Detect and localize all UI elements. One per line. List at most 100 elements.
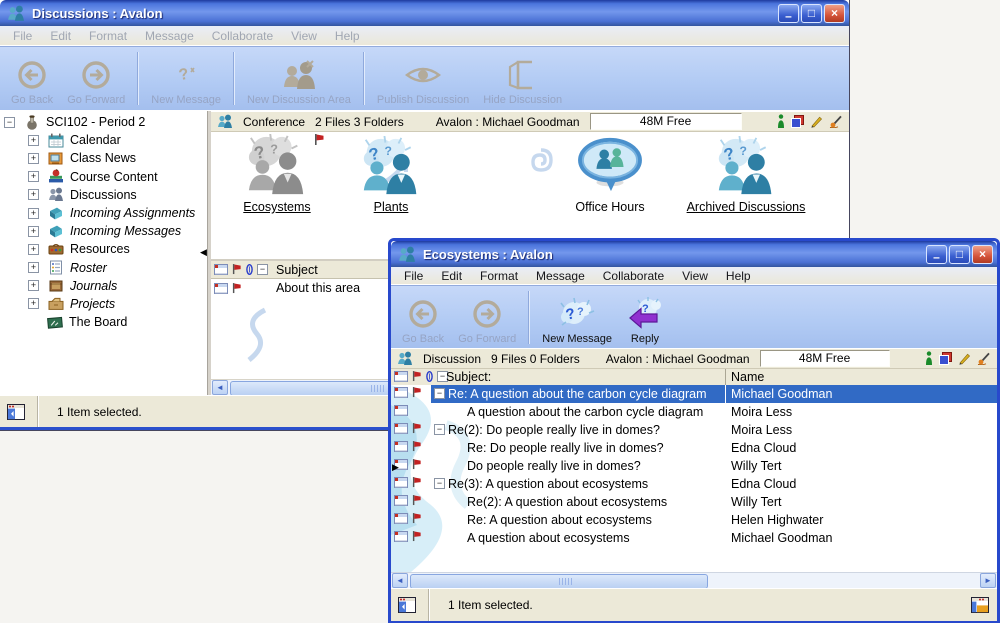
expand-box-icon[interactable]: + — [28, 226, 39, 237]
publish-discussion-button[interactable]: Publish Discussion — [370, 49, 476, 108]
splitter-collapse-icon[interactable]: ◀ — [200, 248, 207, 257]
menu-file[interactable]: File — [4, 27, 41, 45]
tree-item-incoming-assignments[interactable]: + Incoming Assignments — [0, 204, 207, 222]
message-row[interactable]: − Re(2): Do people really live in domes?… — [391, 421, 997, 439]
menu-edit[interactable]: Edit — [41, 27, 80, 45]
form-view-icon[interactable] — [971, 597, 989, 613]
tree-item-course-content[interactable]: + Course Content — [0, 168, 207, 186]
menu-format[interactable]: Format — [80, 27, 136, 45]
message-row[interactable]: Re: A question about ecosystems Helen Hi… — [391, 511, 997, 529]
signature-pen-icon[interactable] — [829, 115, 843, 128]
subject-column-label[interactable]: Subject: — [446, 370, 491, 384]
pencil-icon[interactable] — [958, 352, 971, 365]
tree-item-resources[interactable]: + Resources — [0, 240, 207, 258]
reply-button[interactable]: ? Reply — [619, 288, 671, 347]
scroll-left-icon: ◄ — [216, 383, 224, 392]
scrollbar-thumb[interactable] — [410, 574, 708, 589]
new-discussion-area-button[interactable]: New Discussion Area — [240, 49, 358, 108]
horizontal-scrollbar[interactable]: ◄ ► — [391, 572, 997, 589]
minimize-button[interactable]: – — [926, 245, 947, 264]
discussions-titlebar[interactable]: Discussions : Avalon – □ × — [0, 0, 849, 26]
minimize-button[interactable]: – — [778, 4, 799, 23]
person-online-icon[interactable] — [925, 351, 933, 366]
expand-box-icon[interactable]: + — [28, 135, 39, 146]
collapse-box-icon[interactable]: − — [4, 117, 15, 128]
menu-edit[interactable]: Edit — [432, 267, 471, 285]
expand-box-icon[interactable]: + — [28, 244, 39, 255]
tree-item-incoming-messages[interactable]: + Incoming Messages — [0, 222, 207, 240]
message-row[interactable]: A question about the carbon cycle diagra… — [391, 403, 997, 421]
go-forward-button[interactable]: Go Forward — [60, 49, 132, 108]
thread-collapse-icon[interactable]: − — [434, 388, 445, 399]
splitter-expand-icon[interactable]: ▶ — [392, 463, 399, 472]
menu-collaborate[interactable]: Collaborate — [203, 27, 282, 45]
tree-item-projects[interactable]: + Projects — [0, 295, 207, 313]
message-row[interactable]: Do people really live in domes? Willy Te… — [391, 457, 997, 475]
expand-box-icon[interactable]: + — [28, 208, 39, 219]
menu-view[interactable]: View — [673, 267, 717, 285]
svg-text:?: ? — [577, 306, 584, 318]
expand-box-icon[interactable]: + — [28, 262, 39, 273]
menu-file[interactable]: File — [395, 267, 432, 285]
toggle-panel-icon[interactable] — [7, 404, 25, 420]
expand-box-icon[interactable]: + — [28, 298, 39, 309]
menu-help[interactable]: Help — [717, 267, 760, 285]
message-author: Michael Goodman — [731, 387, 832, 401]
message-row[interactable]: Re: Do people really live in domes? Edna… — [391, 439, 997, 457]
folder-archived-discussions[interactable]: ? ? Archived Discussions — [666, 136, 826, 214]
maximize-button[interactable]: □ — [949, 245, 970, 264]
column-header[interactable]: − Subject: Name — [391, 369, 997, 386]
menu-collaborate[interactable]: Collaborate — [594, 267, 673, 285]
message-row[interactable]: Re(2): A question about ecosystems Willy… — [391, 493, 997, 511]
menu-format[interactable]: Format — [471, 267, 527, 285]
layers-icon[interactable] — [791, 115, 804, 128]
scroll-left-button[interactable]: ◄ — [212, 380, 228, 395]
layers-icon[interactable] — [939, 352, 952, 365]
menu-view[interactable]: View — [282, 27, 326, 45]
ecosystems-titlebar[interactable]: Ecosystems : Avalon – □ × — [391, 241, 997, 267]
tree-item-class-news[interactable]: + Class News — [0, 149, 207, 167]
menu-message[interactable]: Message — [527, 267, 594, 285]
close-button[interactable]: × — [972, 245, 993, 264]
folder-office-hours[interactable]: Office Hours — [555, 136, 665, 214]
menu-help[interactable]: Help — [326, 27, 369, 45]
menu-message[interactable]: Message — [136, 27, 203, 45]
scroll-left-button[interactable]: ◄ — [392, 573, 408, 588]
name-column-label[interactable]: Name — [731, 370, 764, 384]
scroll-right-button[interactable]: ► — [980, 573, 996, 588]
hide-discussion-button[interactable]: Hide Discussion — [476, 49, 569, 108]
tree-item-sci102[interactable]: − SCI102 - Period 2 — [0, 113, 207, 131]
message-row[interactable]: − Re: A question about the carbon cycle … — [391, 385, 997, 403]
message-row[interactable]: A question about ecosystems Michael Good… — [391, 529, 997, 547]
tree-item-calendar[interactable]: + Calendar — [0, 131, 207, 149]
thread-collapse-icon[interactable]: − — [434, 424, 445, 435]
go-back-button[interactable]: Go Back — [4, 49, 60, 108]
collapse-all-icon[interactable]: − — [257, 264, 268, 275]
signature-pen-icon[interactable] — [977, 352, 991, 365]
toggle-panel-icon[interactable] — [398, 597, 416, 613]
expand-box-icon[interactable]: + — [28, 189, 39, 200]
go-forward-button[interactable]: Go Forward — [451, 288, 523, 347]
tree-item-roster[interactable]: + Roster — [0, 259, 207, 277]
person-online-icon[interactable] — [777, 114, 785, 129]
folder-plants[interactable]: ? ? Plants — [339, 136, 443, 214]
thread-collapse-icon[interactable]: − — [434, 478, 445, 489]
go-back-button[interactable]: Go Back — [395, 288, 451, 347]
go-back-icon — [407, 296, 439, 332]
message-row[interactable]: − Re(3): A question about ecosystems Edn… — [391, 475, 997, 493]
tree-item-discussions[interactable]: + Discussions — [0, 186, 207, 204]
pencil-icon[interactable] — [810, 115, 823, 128]
tree-item-journals[interactable]: + Journals — [0, 277, 207, 295]
tree-item-the-board[interactable]: The Board — [0, 313, 207, 331]
new-message-button[interactable]: ?? New Message — [535, 288, 619, 347]
expand-box-icon[interactable]: + — [28, 171, 39, 182]
folder-ecosystems[interactable]: ? ? Ecosystems — [223, 134, 331, 214]
expand-box-icon[interactable]: + — [28, 280, 39, 291]
message-author: Michael Goodman — [731, 531, 832, 545]
maximize-button[interactable]: □ — [801, 4, 822, 23]
close-button[interactable]: × — [824, 4, 845, 23]
column-divider[interactable] — [725, 369, 726, 385]
books-icon — [48, 169, 64, 184]
expand-box-icon[interactable]: + — [28, 153, 39, 164]
new-message-button[interactable]: ? New Message — [144, 49, 228, 108]
